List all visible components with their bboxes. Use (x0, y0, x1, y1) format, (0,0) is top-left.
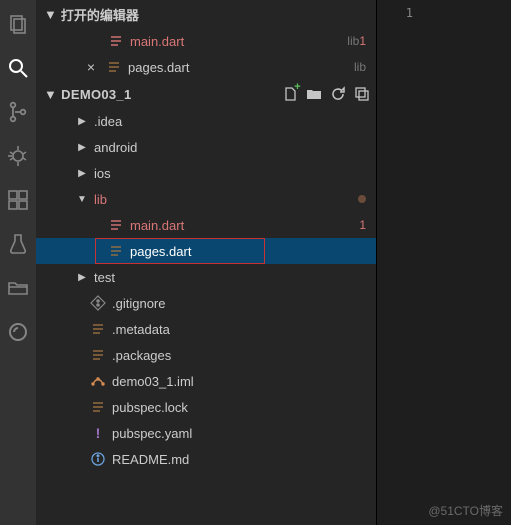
file-item[interactable]: .gitignore (36, 290, 376, 316)
scm-icon[interactable] (6, 100, 30, 124)
chevron-down-icon: ▼ (44, 7, 57, 22)
dart-icon (108, 217, 124, 233)
file-name: .metadata (112, 322, 366, 337)
folder-item[interactable]: ▶ .idea (36, 108, 376, 134)
project-name: DEMO03_1 (61, 87, 131, 102)
dart-icon (108, 243, 124, 259)
file-name: pubspec.yaml (112, 426, 366, 441)
folder-item[interactable]: ▶ android (36, 134, 376, 160)
collapse-icon[interactable] (354, 86, 370, 102)
file-item[interactable]: pages.dart (36, 238, 376, 264)
file-name: demo03_1.iml (112, 374, 366, 389)
refresh-icon[interactable] (330, 86, 346, 102)
git-icon (90, 295, 106, 311)
folder-name: android (94, 140, 366, 155)
chevron-down-icon: ▼ (44, 87, 57, 102)
file-name: .packages (112, 348, 366, 363)
file-dir: lib (347, 34, 359, 48)
file-item[interactable]: .packages (36, 342, 376, 368)
open-editor-item[interactable]: main.dart lib 1 (36, 28, 376, 54)
chevron-right-icon: ▶ (76, 168, 88, 179)
test-icon[interactable] (6, 232, 30, 256)
chevron-right-icon: ▶ (76, 116, 88, 127)
watermark: @51CTO博客 (428, 502, 503, 519)
file-item[interactable]: ! pubspec.yaml (36, 420, 376, 446)
file-name: README.md (112, 452, 366, 467)
file-item[interactable]: pubspec.lock (36, 394, 376, 420)
file-item[interactable]: demo03_1.iml (36, 368, 376, 394)
folder-name: lib (94, 192, 358, 207)
lines-icon (90, 347, 106, 363)
file-item[interactable]: README.md (36, 446, 376, 472)
file-name: pages.dart (128, 60, 346, 75)
editor-area[interactable]: 1 (376, 0, 511, 525)
search-icon[interactable] (6, 56, 30, 80)
folder-name: .idea (94, 114, 366, 129)
file-item[interactable]: .metadata (36, 316, 376, 342)
chevron-down-icon: ▼ (76, 194, 88, 205)
debug-icon[interactable] (6, 144, 30, 168)
file-name: pages.dart (130, 244, 366, 259)
extensions-icon[interactable] (6, 188, 30, 212)
outline-icon[interactable] (6, 320, 30, 344)
lines-icon (90, 399, 106, 415)
project-header[interactable]: ▼ DEMO03_1 (36, 80, 376, 108)
info-icon (90, 451, 106, 467)
activity-bar (0, 0, 36, 525)
file-dir: lib (354, 60, 366, 74)
file-name: main.dart (130, 34, 339, 49)
explorer-sidebar: ▼ 打开的编辑器 main.dart lib 1 × pages.dart li… (36, 0, 376, 525)
open-editors-header[interactable]: ▼ 打开的编辑器 (36, 0, 376, 28)
file-name: pubspec.lock (112, 400, 366, 415)
new-folder-icon[interactable] (306, 86, 322, 102)
dart-file-icon (106, 59, 122, 75)
open-editors-title: 打开的编辑器 (61, 5, 139, 24)
file-tree: ▶ .idea ▶ android ▶ ios ▼ lib main.dart1 pages.da… (36, 108, 376, 472)
badge: 1 (359, 218, 366, 232)
explorer-icon[interactable] (6, 12, 30, 36)
open-editor-item[interactable]: × pages.dart lib (36, 54, 376, 80)
folder-item[interactable]: ▶ ios (36, 160, 376, 186)
folder-item[interactable]: ▼ lib (36, 186, 376, 212)
new-file-icon[interactable] (282, 86, 298, 102)
project-toolbar (282, 86, 370, 102)
folder-icon[interactable] (6, 276, 30, 300)
folder-name: ios (94, 166, 366, 181)
file-item[interactable]: main.dart1 (36, 212, 376, 238)
chevron-right-icon: ▶ (76, 272, 88, 283)
folder-item[interactable]: ▶ test (36, 264, 376, 290)
file-name: main.dart (130, 218, 359, 233)
iml-icon (90, 373, 106, 389)
folder-name: test (94, 270, 366, 285)
yaml-icon: ! (90, 425, 106, 441)
close-icon[interactable]: × (84, 59, 98, 75)
file-name: .gitignore (112, 296, 366, 311)
lines-icon (90, 321, 106, 337)
line-number: 1 (377, 0, 423, 26)
chevron-right-icon: ▶ (76, 142, 88, 153)
modified-dot (358, 195, 366, 203)
badge: 1 (359, 34, 366, 48)
dart-file-icon (108, 33, 124, 49)
